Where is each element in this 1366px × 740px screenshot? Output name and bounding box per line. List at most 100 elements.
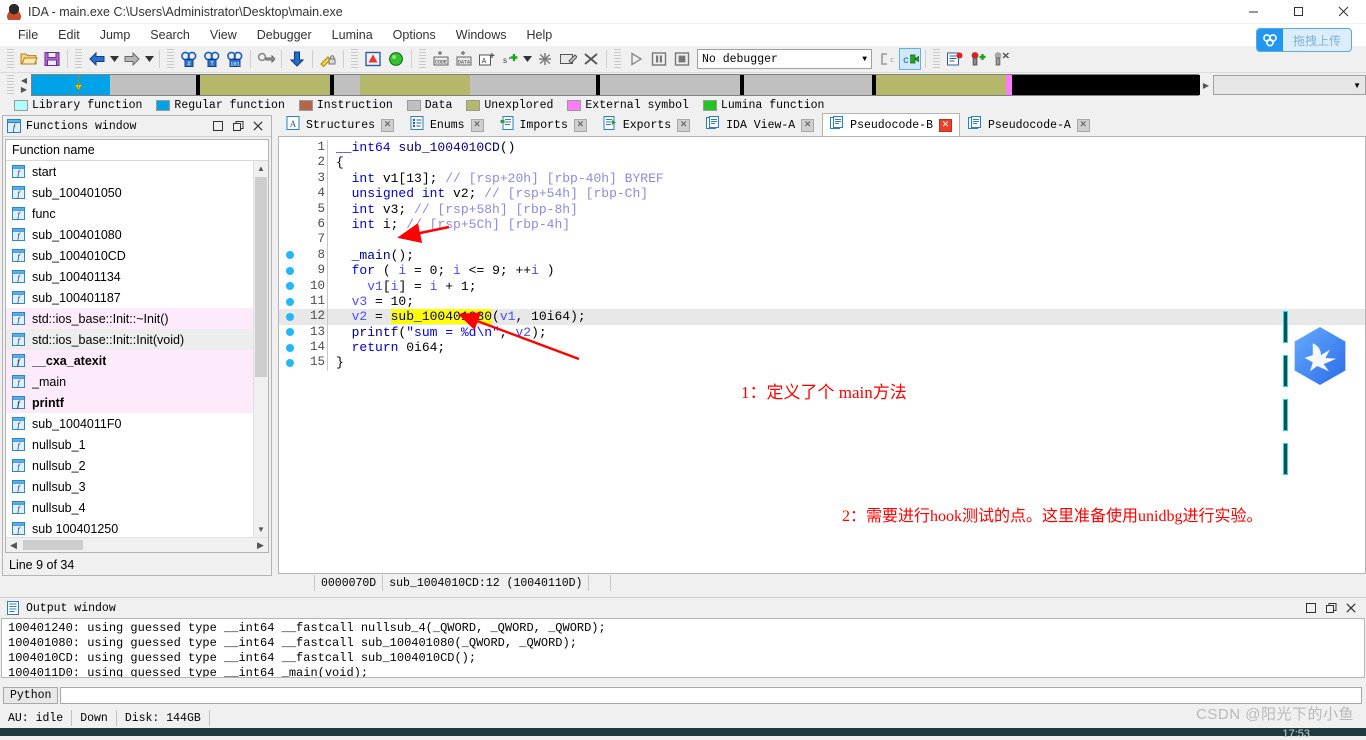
functions-hscroll-left-icon[interactable]: ◀	[6, 538, 21, 553]
code-line[interactable]: 11 v3 = 10;	[279, 294, 1365, 309]
function-list-item[interactable]: fsub_100401187	[6, 287, 268, 308]
menu-lumina[interactable]: Lumina	[322, 26, 383, 44]
functions-window-close-icon[interactable]	[249, 118, 267, 135]
function-list-item[interactable]: fsub_100401050	[6, 182, 268, 203]
menu-options[interactable]: Options	[383, 26, 446, 44]
back-arrow-icon[interactable]	[86, 48, 108, 70]
add-string-caret-icon[interactable]	[522, 48, 533, 70]
pseudocode-pane[interactable]: 1__int64 sub_1004010CD()2{3 int v1[13]; …	[278, 137, 1366, 574]
forward-dropdown-caret-icon[interactable]	[144, 48, 155, 70]
code-line[interactable]: 3 int v1[13]; // [rsp+20h] [rbp-40h] BYR…	[279, 171, 1365, 186]
function-list-item[interactable]: fnullsub_2	[6, 455, 268, 476]
functions-list[interactable]: fstart fsub_100401050 ffunc fsub_1004010…	[6, 161, 268, 537]
code-line[interactable]: 15}	[279, 355, 1365, 370]
drag-upload-button[interactable]: 拖拽上传	[1256, 28, 1352, 52]
tab-structures[interactable]: AStructures✕	[278, 113, 402, 136]
toolbar-grip[interactable]	[167, 49, 174, 69]
decompile-icon[interactable]: c	[899, 48, 921, 70]
navband-zoom-select[interactable]: ▼	[1213, 75, 1366, 95]
navigation-band[interactable]	[31, 74, 1199, 96]
make-data-icon[interactable]: DATA	[453, 48, 475, 70]
code-line[interactable]: 12 v2 = sub_100401080(v1, 10i64);	[279, 309, 1365, 324]
stop-icon[interactable]	[671, 48, 693, 70]
functions-scroll-up-icon[interactable]: ▲	[254, 161, 268, 176]
debugger-select[interactable]: No debugger ▼	[697, 49, 872, 69]
open-file-icon[interactable]	[18, 48, 40, 70]
jump-to-icon[interactable]	[255, 48, 277, 70]
function-list-item[interactable]: fnullsub_1	[6, 434, 268, 455]
function-list-item[interactable]: fnullsub_4	[6, 497, 268, 518]
make-array-icon[interactable]: A	[476, 48, 498, 70]
menu-edit[interactable]: Edit	[48, 26, 90, 44]
breakpoint-marker[interactable]	[279, 344, 301, 352]
toolbar-grip[interactable]	[7, 49, 14, 69]
menu-windows[interactable]: Windows	[446, 26, 517, 44]
down-arrow-icon[interactable]	[286, 48, 308, 70]
add-string-icon[interactable]: 's'	[499, 48, 521, 70]
function-list-item[interactable]: fstd::ios_base::Init::Init(void)	[6, 329, 268, 350]
make-code-icon[interactable]: CODE	[430, 48, 452, 70]
function-list-item[interactable]: ffunc	[6, 203, 268, 224]
functions-window-restore-icon[interactable]	[229, 118, 247, 135]
tab-imports[interactable]: Imports✕	[492, 113, 595, 136]
tab-close-icon[interactable]: ✕	[471, 119, 484, 132]
functions-vertical-scrollbar[interactable]: ▲ ▼	[253, 161, 268, 537]
tab-close-icon[interactable]: ✕	[574, 119, 587, 132]
code-line[interactable]: 6 int i; // [rsp+5Ch] [rbp-4h]	[279, 217, 1365, 232]
save-file-icon[interactable]	[41, 48, 63, 70]
maximize-button[interactable]	[1276, 0, 1321, 24]
function-list-item[interactable]: f_main	[6, 371, 268, 392]
toolbar-grip[interactable]	[614, 49, 621, 69]
green-circle-icon[interactable]	[385, 48, 407, 70]
decompile-grey-icon[interactable]: c	[876, 48, 898, 70]
code-line[interactable]: 9 for ( i = 0; i <= 9; ++i )	[279, 263, 1365, 278]
functions-horizontal-scrollbar[interactable]: ◀ ▶	[6, 537, 268, 552]
code-line[interactable]: 1__int64 sub_1004010CD()	[279, 140, 1365, 155]
functions-window-maximize-icon[interactable]	[209, 118, 227, 135]
breakpoint-list-icon[interactable]	[944, 48, 966, 70]
key-lock-icon[interactable]	[317, 48, 339, 70]
functions-scroll-down-icon[interactable]: ▼	[254, 522, 268, 537]
breakpoint-marker[interactable]	[279, 298, 301, 306]
code-line[interactable]: 5 int v3; // [rsp+58h] [rbp-8h]	[279, 202, 1365, 217]
tab-close-icon[interactable]: ✕	[1077, 119, 1090, 132]
toolbar-grip[interactable]	[933, 49, 940, 69]
tab-close-icon[interactable]: ✕	[801, 119, 814, 132]
tab-pseudocode-b[interactable]: Pseudocode-B✕	[822, 113, 960, 136]
function-list-item[interactable]: fsub 100401250	[6, 518, 268, 537]
tab-close-icon[interactable]: ✕	[939, 119, 952, 132]
code-line[interactable]: 10 v1[i] = i + 1;	[279, 279, 1365, 294]
code-line[interactable]: 13 printf("sum = %d\n", v2);	[279, 325, 1365, 340]
breakpoint-marker[interactable]	[279, 251, 301, 259]
undefine-icon[interactable]	[534, 48, 556, 70]
function-list-item[interactable]: fsub_100401134	[6, 266, 268, 287]
delete-function-icon[interactable]	[580, 48, 602, 70]
code-line[interactable]: 2{	[279, 155, 1365, 170]
warning-icon[interactable]	[362, 48, 384, 70]
functions-hscroll-thumb[interactable]	[23, 540, 83, 550]
breakpoint-marker[interactable]	[279, 267, 301, 275]
tab-close-icon[interactable]: ✕	[381, 119, 394, 132]
tab-exports[interactable]: Exports✕	[595, 113, 698, 136]
functions-hscroll-right-icon[interactable]: ▶	[253, 538, 268, 553]
code-line[interactable]: 4 unsigned int v2; // [rsp+54h] [rbp-Ch]	[279, 186, 1365, 201]
function-list-item[interactable]: f__cxa_atexit	[6, 350, 268, 371]
tab-pseudocode-a[interactable]: Pseudocode-A✕	[960, 113, 1098, 136]
code-line[interactable]: 7	[279, 232, 1365, 247]
delete-breakpoint-icon[interactable]	[990, 48, 1012, 70]
run-icon[interactable]	[625, 48, 647, 70]
search-binary-icon[interactable]: 101	[224, 48, 246, 70]
tab-ida-view-a[interactable]: IDA View-A✕	[698, 113, 822, 136]
toolbar-grip[interactable]	[419, 49, 426, 69]
output-window-restore-icon[interactable]	[1322, 600, 1340, 617]
minimize-button[interactable]	[1231, 0, 1276, 24]
code-line[interactable]: 14 return 0i64;	[279, 340, 1365, 355]
breakpoint-marker[interactable]	[279, 359, 301, 367]
menu-jump[interactable]: Jump	[90, 26, 141, 44]
function-list-item[interactable]: fnullsub_3	[6, 476, 268, 497]
functions-scroll-thumb[interactable]	[255, 177, 267, 377]
function-list-item[interactable]: fsub_1004010CD	[6, 245, 268, 266]
menu-search[interactable]: Search	[140, 26, 200, 44]
python-language-button[interactable]: Python	[3, 687, 58, 704]
menu-view[interactable]: View	[200, 26, 247, 44]
